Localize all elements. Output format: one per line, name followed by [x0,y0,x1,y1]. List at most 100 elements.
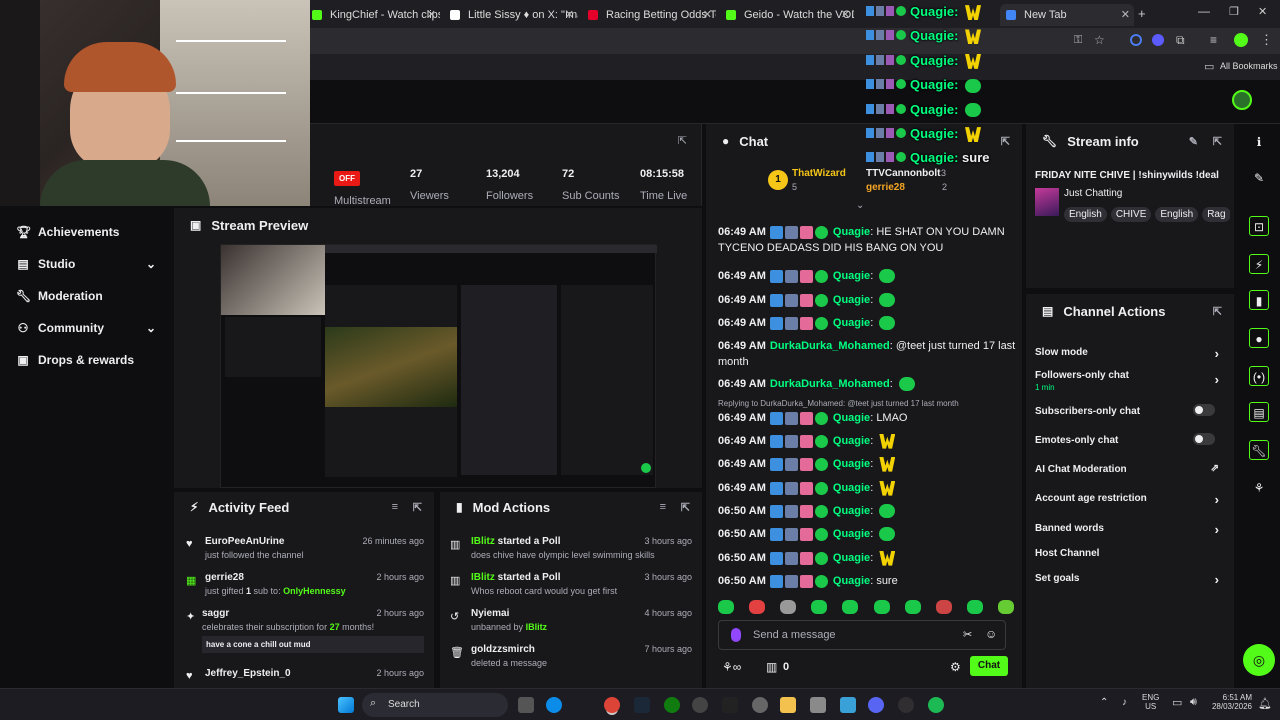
emoji-icon[interactable]: ☺ [985,627,997,641]
chat-message[interactable]: 06:49 AM Quagie: [718,456,1016,472]
sidebar-item-studio[interactable]: ▤ Studio ⌄ [0,249,172,279]
broadcast-icon[interactable]: (•) [1249,366,1269,386]
wrench-icon[interactable]: 🔧︎ [1249,440,1269,460]
chat-message[interactable]: 06:49 AM DurkaDurka_Mohamed: [718,376,1016,392]
chat-username[interactable]: Quagie [833,317,870,329]
maximize-icon[interactable]: ❐ [1229,5,1239,18]
stream-preview-video[interactable] [220,244,657,488]
chat-message[interactable]: 06:49 AM Quagie: [718,268,1016,284]
channel-action-item[interactable]: Subscribers-only chat [1035,404,1225,417]
chat-username[interactable]: DurkaDurka_Mohamed [770,340,890,352]
chat-username[interactable]: Quagie [833,226,870,238]
chevron-up-icon[interactable]: ⌃ [1100,697,1108,708]
gift-icon[interactable]: ▥ [766,660,777,674]
browser-tab-active[interactable]: New Tab ✕ [1000,4,1134,26]
xbox-icon[interactable] [664,697,680,713]
task-view-icon[interactable] [518,697,534,713]
chat-message[interactable]: 06:49 AM Quagie: [718,480,1016,496]
settings-icon[interactable] [752,697,768,713]
activity-item[interactable]: ♥ Jeffrey_Epstein_0 2 hours ago [174,668,434,684]
steam-icon[interactable] [634,697,650,713]
chat-message[interactable]: 06:49 AM Quagie: [718,315,1016,331]
obs-icon[interactable] [898,697,914,713]
popout-icon[interactable]: ⇱ [1213,305,1222,318]
shield-icon[interactable]: ▮ [1249,290,1269,310]
lightning-icon[interactable]: ⚡︎ [1249,254,1269,274]
chevron-right-icon[interactable]: › [1215,492,1219,507]
send-chat-button[interactable]: Chat [970,656,1008,676]
stream-tag[interactable]: English [1064,207,1107,222]
toggle-switch[interactable] [1193,404,1215,416]
multistream-stat[interactable]: OFF Multistream [334,168,391,207]
support-button[interactable]: ◎ [1243,644,1275,676]
chat-leaderboard[interactable]: 1 ThatWizard 5 TTVCannonbolt 3 gerrie28 … [768,168,1018,200]
close-window-icon[interactable]: ✕ [1258,5,1267,18]
address-bar[interactable]: ⚿ ☆ ⧉ ≡ ⋮ [310,28,1280,54]
channel-action-item[interactable]: AI Chat Moderation ⇗ [1035,463,1225,475]
all-bookmarks[interactable]: All Bookmarks [1220,61,1278,71]
emote-shortcut-icon[interactable] [904,600,921,614]
popout-icon[interactable]: ⇱ [1001,135,1010,148]
capture-icon[interactable]: ⊡ [1249,216,1269,236]
chat-username[interactable]: Quagie [833,435,870,447]
chevron-right-icon[interactable]: › [1215,372,1219,387]
chat-username[interactable]: Quagie [833,552,870,564]
profile-avatar[interactable] [1234,33,1248,47]
close-icon[interactable]: ✕ [565,8,574,21]
microphone-icon[interactable] [731,628,741,642]
sidebar-item-community[interactable]: ⚇ Community ⌄ [0,313,172,343]
emote-shortcut-icon[interactable] [842,600,859,614]
mod-user[interactable]: IBlitz [471,572,495,583]
stream-category[interactable]: Just Chatting [1064,188,1122,199]
emote-shortcut-icon[interactable] [873,600,890,614]
folder-icon[interactable] [780,697,796,713]
activity-item[interactable]: ✦ saggr celebrates their subscription for… [174,608,434,654]
mod-action-item[interactable]: 🗑︎ goldzzsmirch deleted a message 7 hours… [440,644,702,674]
mod-action-item[interactable]: ↺ Nyiemai unbanned by IBlitz 4 hours ago [440,608,702,638]
channel-action-item[interactable]: Emotes-only chat [1035,433,1225,446]
emote-shortcut-icon[interactable] [780,600,797,614]
channel-action-item[interactable]: Account age restriction › [1035,492,1225,507]
key-icon[interactable]: ⚿ [1074,34,1082,47]
sidebar-item-drops[interactable]: ▣ Drops & rewards [0,345,172,375]
chat-username[interactable]: Quagie [833,575,870,587]
info-icon[interactable]: ℹ [1249,132,1269,152]
channel-action-item[interactable]: Set goals › [1035,572,1225,587]
mod-user[interactable]: IBlitz [526,622,548,632]
epic-icon[interactable] [722,697,738,713]
edge-icon[interactable] [546,697,562,713]
emote-shortcut-icon[interactable] [749,600,766,614]
spotify-icon[interactable] [928,697,944,713]
chat-username[interactable]: Quagie [833,505,870,517]
emote-shortcut-icon[interactable] [966,600,983,614]
points-icon[interactable]: ⚘ [1249,478,1269,498]
chat-username[interactable]: Quagie [833,294,870,306]
chrome-icon[interactable] [604,697,620,713]
new-tab-icon[interactable]: + [1138,6,1146,21]
popout-icon[interactable]: ⇱ [681,501,690,514]
popout-icon[interactable]: ⇱ [413,501,422,514]
filter-icon[interactable]: ≡ [392,501,398,513]
chat-username[interactable]: Quagie [833,412,870,424]
chat-message[interactable]: 06:49 AM Quagie: [718,433,1016,449]
sidebar-item-moderation[interactable]: 🔧︎ Moderation [0,281,172,311]
puzzle-icon[interactable]: ⧉ [1176,33,1185,48]
external-link-icon[interactable]: ⇗ [1211,463,1219,474]
close-icon[interactable]: ✕ [841,8,850,21]
filter-icon[interactable]: ≡ [660,501,666,513]
menu-icon[interactable]: ⋮ [1260,32,1273,48]
activity-item[interactable]: ▦ gerrie28 just gifted 1 sub to: OnlyHenn… [174,572,434,602]
chat-username[interactable]: Quagie [833,270,870,282]
stream-tag[interactable]: Rag [1202,207,1230,222]
star-icon[interactable]: ☆ [1094,33,1105,47]
browser-tab[interactable]: Racing Betting Odds Toda✕ [582,4,716,26]
emote-shortcut-icon[interactable] [997,600,1014,614]
taskbar-clock[interactable]: 6:51 AM 28/03/2026 [1208,693,1252,711]
chat-input[interactable]: Send a message ✂︎ ☺ [718,620,1006,650]
browser-tab[interactable]: Geido - Watch the VOD o✕ [720,4,854,26]
edit-icon[interactable]: ✎ [1249,168,1269,188]
chat-message[interactable]: Replying to DurkaDurka_Mohamed: @teet ju… [718,399,1016,426]
stream-tag[interactable]: CHIVE [1110,207,1152,222]
chevron-right-icon[interactable]: › [1215,572,1219,587]
extension-icon[interactable] [1152,34,1164,46]
